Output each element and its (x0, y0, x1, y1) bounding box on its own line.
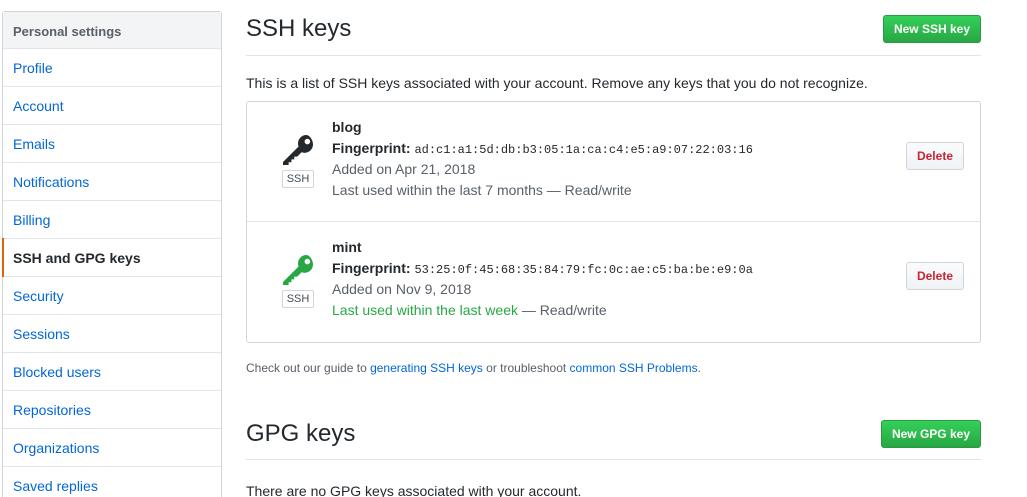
delete-key-button[interactable]: Delete (905, 262, 964, 290)
delete-key-button[interactable]: Delete (905, 142, 964, 170)
sidebar-item-blocked-users[interactable]: Blocked users (3, 353, 221, 391)
key-last-used: Last used within the last week — Read/wr… (332, 302, 753, 323)
sidebar-item-sessions[interactable]: Sessions (3, 315, 221, 353)
access-level: — Read/write (542, 182, 632, 198)
ssh-intro-text: This is a list of SSH keys associated wi… (246, 75, 868, 91)
sidebar-item-account[interactable]: Account (3, 87, 221, 125)
fingerprint-line: Fingerprint: 53:25:0f:45:68:35:84:79:fc:… (332, 260, 753, 281)
sidebar-header: Personal settings (3, 12, 221, 49)
key-icon-container: SSH (280, 135, 316, 188)
guide-middle: or troubleshoot (482, 361, 570, 375)
key-added-date: Added on Apr 21, 2018 (332, 161, 476, 177)
ssh-keys-title: SSH keys (246, 15, 352, 42)
sidebar-item-notifications[interactable]: Notifications (3, 163, 221, 201)
ssh-guide-text: Check out our guide to generating SSH ke… (246, 361, 981, 375)
generating-ssh-keys-link[interactable]: generating SSH keys (370, 361, 483, 375)
ssh-badge: SSH (281, 290, 315, 308)
main-content: SSH keys New SSH key This is a list of S… (246, 0, 981, 497)
key-details: blog Fingerprint: ad:c1:a1:5d:db:b3:05:1… (332, 119, 753, 203)
key-last-used: Last used within the last 7 months — Rea… (332, 182, 753, 203)
gpg-keys-title: GPG keys (246, 420, 356, 447)
sidebar-item-ssh-gpg-keys[interactable]: SSH and GPG keys (2, 238, 221, 277)
key-added-date: Added on Nov 9, 2018 (332, 281, 472, 297)
sidebar-item-organizations[interactable]: Organizations (3, 429, 221, 467)
sidebar-item-emails[interactable]: Emails (3, 125, 221, 163)
fingerprint-line: Fingerprint: ad:c1:a1:5d:db:b3:05:1a:ca:… (332, 140, 753, 161)
key-icon-container: SSH (280, 255, 316, 308)
fingerprint-value: ad:c1:a1:5d:db:b3:05:1a:ca:c4:e5:a9:07:2… (414, 143, 753, 157)
key-details: mint Fingerprint: 53:25:0f:45:68:35:84:7… (332, 239, 753, 323)
ssh-key-row: SSH mint Fingerprint: 53:25:0f:45:68:35:… (247, 222, 980, 342)
gpg-empty-text: There are no GPG keys associated with yo… (246, 483, 582, 497)
new-ssh-key-button[interactable]: New SSH key (882, 15, 981, 43)
ssh-key-row: SSH blog Fingerprint: ad:c1:a1:5d:db:b3:… (247, 102, 980, 222)
sidebar-item-repositories[interactable]: Repositories (3, 391, 221, 429)
guide-prefix: Check out our guide to (246, 361, 371, 375)
sidebar-item-saved-replies[interactable]: Saved replies (3, 467, 221, 497)
gpg-section-header: GPG keys New GPG key (246, 420, 981, 460)
fingerprint-label: Fingerprint: (332, 260, 411, 276)
sidebar-item-profile[interactable]: Profile (3, 49, 221, 87)
sidebar-item-billing[interactable]: Billing (3, 201, 221, 239)
new-gpg-key-button[interactable]: New GPG key (880, 420, 981, 448)
common-ssh-problems-link[interactable]: common SSH Problems (570, 361, 698, 375)
ssh-keys-list: SSH blog Fingerprint: ad:c1:a1:5d:db:b3:… (246, 101, 981, 343)
key-title: mint (332, 239, 362, 255)
guide-suffix: . (697, 361, 701, 375)
key-title: blog (332, 119, 362, 135)
key-icon (283, 135, 313, 165)
sidebar-item-security[interactable]: Security (3, 277, 221, 315)
last-used-text: Last used within the last week (332, 302, 518, 318)
key-icon (283, 255, 313, 285)
last-used-text: Last used within the last 7 months (332, 182, 543, 198)
settings-sidebar: Personal settings Profile Account Emails… (2, 11, 222, 497)
ssh-section-header: SSH keys New SSH key (246, 0, 981, 56)
fingerprint-value: 53:25:0f:45:68:35:84:79:fc:0c:ae:c5:ba:b… (414, 263, 753, 277)
fingerprint-label: Fingerprint: (332, 140, 411, 156)
ssh-badge: SSH (281, 170, 315, 188)
access-level: — Read/write (518, 302, 607, 318)
